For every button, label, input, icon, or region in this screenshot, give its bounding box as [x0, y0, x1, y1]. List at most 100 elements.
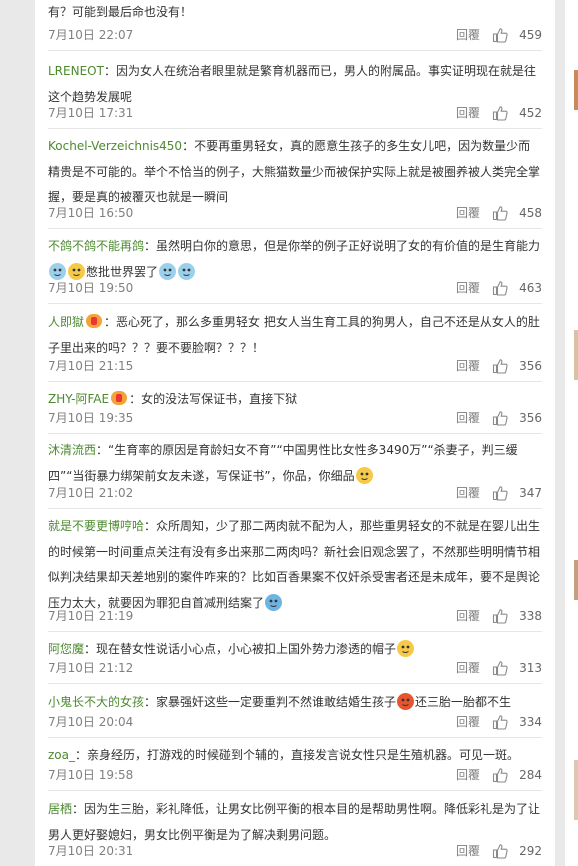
reply-button[interactable]: 回覆 — [456, 713, 480, 731]
comment-body: 人即獄 ：恶心死了，那么多重男轻女 把女人当生育工具的狗男人，自己不还是从女人的肚… — [48, 305, 542, 361]
comment-meta: 7月10日 20:31 回覆 292 — [48, 842, 542, 860]
comment-item: 沐清流西：“生育率的原因是育龄妇女不育”“中国男性比女性多3490万”“杀妻子，… — [48, 433, 542, 509]
comment-meta: 7月10日 20:04 回覆 334 — [48, 713, 542, 731]
like-thumb-icon[interactable] — [492, 27, 508, 43]
reply-button[interactable]: 回覆 — [456, 659, 480, 677]
vip-badge-icon — [111, 391, 128, 405]
comment-meta: 7月10日 21:12 回覆 313 — [48, 659, 542, 677]
comment-separator: ： — [103, 64, 116, 78]
comment-username[interactable]: zoa_ — [48, 748, 75, 762]
comment-timestamp: 7月10日 22:07 — [48, 28, 134, 42]
reply-button[interactable]: 回覆 — [456, 766, 480, 784]
comment-text: 因为生三胎，彩礼降低，让男女比例平衡的根本目的是帮助男性啊。降低彩礼是为了让男人… — [48, 802, 541, 842]
comment-separator: ： — [84, 642, 97, 656]
reply-button[interactable]: 回覆 — [456, 104, 480, 122]
comment-timestamp: 7月10日 20:04 — [48, 715, 134, 729]
reply-button[interactable]: 回覆 — [456, 607, 480, 625]
comment-meta: 7月10日 17:31 回覆 452 — [48, 104, 542, 122]
comment-separator: ： — [72, 802, 85, 816]
comment-item: ZHY-阿FAE ：女的没法写保证书，直接下狱 7月10日 19:35 回覆 356 — [48, 382, 542, 434]
like-thumb-icon[interactable] — [492, 714, 508, 730]
reply-button[interactable]: 回覆 — [456, 204, 480, 222]
comment-text: “生育率的原因是育龄妇女不育”“中国男性比女性多3490万”“杀妻子，判三缓四”… — [48, 443, 518, 483]
comment-timestamp: 7月10日 19:58 — [48, 768, 134, 782]
like-thumb-icon[interactable] — [492, 410, 508, 426]
comment-meta: 7月10日 19:50 回覆 463 — [48, 279, 542, 297]
comment-body: 居栖：因为生三胎，彩礼降低，让男女比例平衡的根本目的是帮助男性啊。降低彩礼是为了… — [48, 792, 542, 848]
like-count: 459 — [519, 28, 542, 42]
comment-timestamp: 7月10日 19:35 — [48, 411, 134, 425]
comment-separator: ： — [129, 392, 142, 406]
comment-separator: ： — [144, 239, 157, 253]
like-thumb-icon[interactable] — [492, 767, 508, 783]
comment-meta: 7月10日 22:07 回覆 459 — [48, 26, 542, 44]
comment-username[interactable]: 不鸽不鸽不能再鸽 — [48, 239, 144, 253]
comment-text-continued: 还三胎一胎都不生 — [415, 695, 512, 709]
comment-text-continued: 憋批世界罢了 — [86, 264, 159, 279]
right-edge-strip — [565, 0, 578, 866]
comment-username[interactable]: 阿您魔 — [48, 642, 84, 656]
comment-username[interactable]: 居栖 — [48, 802, 72, 816]
comment-text: 现在替女性说话小心点，小心被扣上国外势力渗透的帽子 — [96, 642, 397, 656]
comment-username[interactable]: 沐清流西 — [48, 443, 96, 457]
like-thumb-icon[interactable] — [492, 205, 508, 221]
reply-button[interactable]: 回覆 — [456, 409, 480, 427]
comment-meta: 7月10日 19:58 回覆 284 — [48, 766, 542, 784]
comment-item: Kochel-Verzeichnis450：不要再重男轻女，真的愿意生孩子的多生… — [48, 129, 542, 229]
comment-text: 家暴强奸这些一定要重判不然谁敢结婚生孩子 — [156, 695, 397, 709]
comment-item: LRENEOT：因为女人在统治者眼里就是繁育机器而已，男人的附属品。事实证明现在… — [48, 54, 542, 129]
comment-meta: 7月10日 19:35 回覆 356 — [48, 409, 542, 427]
comment-username[interactable]: 小鬼长不大的女孩 — [48, 695, 144, 709]
comment-text: 女的没法写保证书，直接下狱 — [141, 392, 298, 406]
dizzy-face-emoji-icon — [178, 262, 196, 280]
comment-body: 就是不要更博哼哈：众所周知，少了那二两肉就不配为人，那些重男轻女的不就是在婴儿出… — [48, 509, 542, 616]
comment-item: 小鬼长不大的女孩：家暴强奸这些一定要重判不然谁敢结婚生孩子 还三胎一胎都不生 7月1… — [48, 685, 542, 738]
reply-button[interactable]: 回覆 — [456, 279, 480, 297]
like-count: 284 — [519, 768, 542, 782]
reply-button[interactable]: 回覆 — [456, 357, 480, 375]
comment-body: 阿您魔：现在替女性说话小心点，小心被扣上国外势力渗透的帽子 — [48, 632, 542, 663]
comment-body: 不鸽不鸽不能再鸽：虽然明白你的意思，但是你举的例子正好说明了女的有价值的是生育能… — [48, 229, 542, 285]
like-thumb-icon[interactable] — [492, 608, 508, 624]
comment-timestamp: 7月10日 19:50 — [48, 281, 134, 295]
comment-meta: 7月10日 21:19 回覆 338 — [48, 607, 542, 625]
like-thumb-icon[interactable] — [492, 660, 508, 676]
thinking-face-emoji-icon — [397, 640, 415, 657]
comment-username[interactable]: LRENEOT — [48, 64, 104, 78]
angry-face-emoji-icon — [397, 693, 415, 710]
comment-separator: ： — [182, 139, 195, 153]
comment-item: 人即獄 ：恶心死了，那么多重男轻女 把女人当生育工具的狗男人，自己不还是从女人的肚… — [48, 305, 542, 382]
like-thumb-icon[interactable] — [492, 280, 508, 296]
comment-text: 因为女人在统治者眼里就是繁育机器而已，男人的附属品。事实证明现在就是往这个趋势发… — [48, 64, 536, 104]
like-thumb-icon[interactable] — [492, 485, 508, 501]
comment-text: 恶心死了，那么多重男轻女 把女人当生育工具的狗男人，自己不还是从女人的肚子里出来… — [48, 315, 540, 355]
comment-username[interactable]: 就是不要更博哼哈 — [48, 519, 144, 533]
comment-timestamp: 7月10日 16:50 — [48, 206, 134, 220]
yummy-face-emoji-icon — [355, 466, 373, 484]
like-thumb-icon[interactable] — [492, 358, 508, 374]
like-thumb-icon[interactable] — [492, 105, 508, 121]
comment-timestamp: 7月10日 17:31 — [48, 106, 134, 120]
comment-username[interactable]: Kochel-Verzeichnis450 — [48, 139, 182, 153]
like-count: 313 — [519, 661, 542, 675]
comment-meta: 7月10日 21:02 回覆 347 — [48, 484, 542, 502]
like-count: 338 — [519, 609, 542, 623]
comment-timestamp: 7月10日 20:31 — [48, 844, 134, 858]
comment-separator: ： — [104, 315, 117, 329]
comment-username[interactable]: ZHY-阿FAE — [48, 392, 109, 406]
reply-button[interactable]: 回覆 — [456, 842, 480, 860]
comment-item: 居栖：因为生三胎，彩礼降低，让男女比例平衡的根本目的是帮助男性啊。降低彩礼是为了… — [48, 792, 542, 866]
comment-item: 有？可能到最后命也没有！ 7月10日 22:07 回覆 459 — [48, 0, 542, 51]
reply-button[interactable]: 回覆 — [456, 26, 480, 44]
comment-meta: 7月10日 16:50 回覆 458 — [48, 204, 542, 222]
comment-timestamp: 7月10日 21:12 — [48, 661, 134, 675]
reply-button[interactable]: 回覆 — [456, 484, 480, 502]
like-thumb-icon[interactable] — [492, 843, 508, 859]
comment-timestamp: 7月10日 21:15 — [48, 359, 134, 373]
comment-body: Kochel-Verzeichnis450：不要再重男轻女，真的愿意生孩子的多生… — [48, 129, 542, 211]
like-count: 334 — [519, 715, 542, 729]
comment-meta: 7月10日 21:15 回覆 356 — [48, 357, 542, 375]
comment-username[interactable]: 人即獄 — [48, 315, 84, 329]
comment-separator: ： — [75, 748, 88, 762]
comment-body: 有？可能到最后命也没有！ — [48, 0, 542, 26]
